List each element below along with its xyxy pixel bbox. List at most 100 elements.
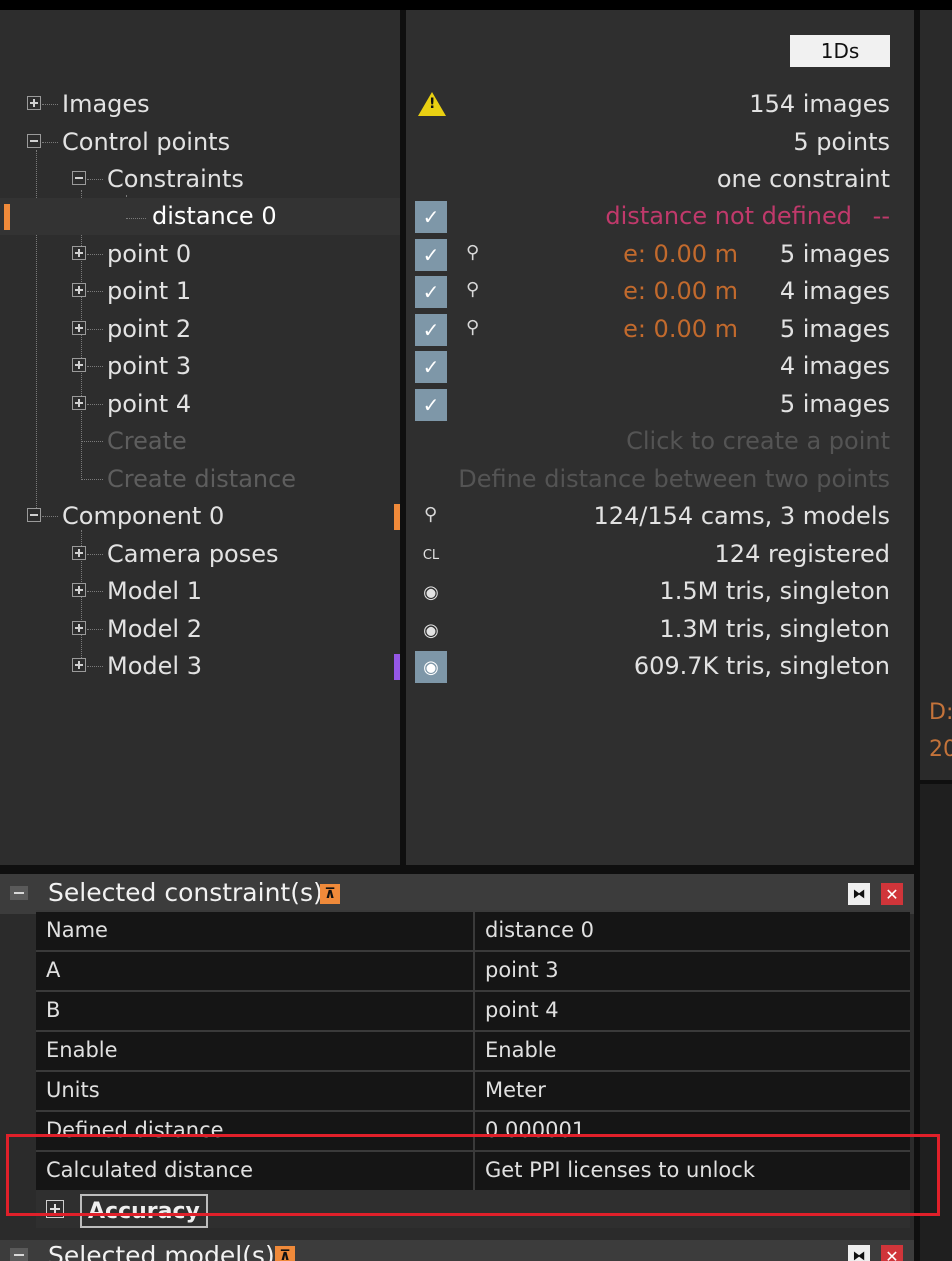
tree-label-create-distance: Create distance <box>107 465 297 493</box>
collapse-panel-button[interactable] <box>10 886 28 900</box>
tree-label-create: Create <box>107 427 187 455</box>
expand-icon[interactable] <box>72 621 86 635</box>
location-pin-icon: ⚲ <box>466 317 480 338</box>
tree-row-control-points[interactable]: Control points 5 points <box>0 124 914 161</box>
panel-title: Selected constraint(s) <box>48 878 323 907</box>
info-distance-0: distance not defined <box>605 202 852 230</box>
prop-value[interactable]: point 3 <box>485 958 559 982</box>
location-pin-icon: ⚲ <box>466 242 480 263</box>
prop-value[interactable]: Enable <box>485 1038 557 1062</box>
tree-row-model-2[interactable]: Model 2 ◉ 1.3M tris, singleton <box>0 611 914 648</box>
prop-value[interactable]: Meter <box>485 1078 546 1102</box>
expand-icon[interactable] <box>72 546 86 560</box>
filter-button[interactable]: 1Ds <box>790 35 890 67</box>
info-point: 5 images <box>779 240 890 268</box>
tree-row-create-distance[interactable]: Create distance Define distance between … <box>0 461 914 498</box>
prop-row-enable[interactable]: Enable Enable <box>36 1030 910 1070</box>
prop-name: Units <box>46 1078 100 1102</box>
tree-label-model: Model 2 <box>107 615 202 643</box>
prop-row-units[interactable]: Units Meter <box>36 1070 910 1110</box>
info-point: 5 images <box>779 315 890 343</box>
collapse-icon[interactable] <box>27 134 41 148</box>
tree-row-point-4[interactable]: point 4 ✓ 5 images <box>0 386 914 423</box>
tree-row-create[interactable]: Create Click to create a point <box>0 423 914 460</box>
tree-label-point: point 4 <box>107 390 192 418</box>
enable-checkbox[interactable]: ✓ <box>415 351 447 383</box>
point-error: e: 0.00 m <box>623 240 738 268</box>
prop-name: Defined distance <box>46 1118 224 1142</box>
maximize-panel-icon[interactable]: ⧓ <box>848 883 870 905</box>
prop-row-defined-distance[interactable]: Defined distance 0.000001 <box>36 1110 910 1150</box>
prop-value[interactable]: distance 0 <box>485 918 594 942</box>
expand-icon[interactable] <box>72 583 86 597</box>
tree-label-camera-poses: Camera poses <box>107 540 279 568</box>
prop-value[interactable]: Get PPI licenses to unlock <box>485 1158 755 1182</box>
info-model: 609.7K tris, singleton <box>633 652 890 680</box>
pin-panel-icon[interactable]: ⊼ <box>275 1246 295 1261</box>
prop-value[interactable]: point 4 <box>485 998 559 1022</box>
tree-row-point-3[interactable]: point 3 ✓ 4 images <box>0 348 914 385</box>
prop-row-calculated-distance[interactable]: Calculated distance Get PPI licenses to … <box>36 1150 910 1190</box>
enable-checkbox[interactable]: ✓ <box>415 239 447 271</box>
tree-label-distance-0: distance 0 <box>152 202 277 230</box>
location-pin-icon: ⚲ <box>466 279 480 300</box>
expand-icon[interactable] <box>27 96 41 110</box>
info-component-0: 124/154 cams, 3 models <box>593 502 890 530</box>
info-point: 4 images <box>779 352 890 380</box>
enable-checkbox[interactable]: ✓ <box>415 276 447 308</box>
enable-checkbox[interactable]: ✓ <box>415 314 447 346</box>
tree-label-point: point 0 <box>107 240 192 268</box>
tree-row-model-1[interactable]: Model 1 ◉ 1.5M tris, singleton <box>0 573 914 610</box>
prop-name: A <box>46 958 61 982</box>
top-border <box>0 0 952 10</box>
tree-row-constraints[interactable]: Constraints one constraint <box>0 161 914 198</box>
prop-row-a[interactable]: A point 3 <box>36 950 910 990</box>
collapse-icon[interactable] <box>72 171 86 185</box>
panel-title: Selected model(s) <box>48 1241 275 1261</box>
tree-row-distance-0[interactable]: distance 0 ✓ distance not defined -- <box>0 198 914 235</box>
camera-poses-icon[interactable]: CL <box>415 539 447 571</box>
visibility-eye-icon[interactable]: ◉ <box>415 651 447 683</box>
close-panel-icon[interactable]: ✕ <box>881 1245 903 1261</box>
visibility-eye-icon[interactable]: ◉ <box>415 614 447 646</box>
visibility-eye-icon[interactable]: ◉ <box>415 576 447 608</box>
close-panel-icon[interactable]: ✕ <box>881 883 903 905</box>
location-pin-icon: ⚲ <box>424 504 438 525</box>
enable-checkbox[interactable]: ✓ <box>415 389 447 421</box>
enable-checkbox[interactable]: ✓ <box>415 201 447 233</box>
expand-icon[interactable] <box>72 246 86 260</box>
tree-label-point: point 2 <box>107 315 192 343</box>
selection-marker <box>4 204 10 230</box>
collapse-panel-button[interactable] <box>10 1248 28 1261</box>
tree-row-images[interactable]: Images ! 154 images <box>0 86 914 123</box>
point-error: e: 0.00 m <box>623 277 738 305</box>
tree-row-point-2[interactable]: point 2 ✓ ⚲ e: 0.00 m 5 images <box>0 311 914 348</box>
prop-row-b[interactable]: B point 4 <box>36 990 910 1030</box>
tree-row-point-0[interactable]: point 0 ✓ ⚲ e: 0.00 m 5 images <box>0 236 914 273</box>
prop-row-name[interactable]: Name distance 0 <box>36 910 910 950</box>
prop-value[interactable]: 0.000001 <box>485 1118 585 1142</box>
expand-icon[interactable] <box>72 283 86 297</box>
info-model: 1.3M tris, singleton <box>659 615 890 643</box>
point-error: e: 0.00 m <box>623 315 738 343</box>
info-distance-0-suffix: -- <box>872 202 890 230</box>
accuracy-group-label[interactable]: Accuracy <box>80 1194 208 1228</box>
maximize-panel-icon[interactable]: ⧓ <box>848 1245 870 1261</box>
prop-name: Calculated distance <box>46 1158 254 1182</box>
expand-icon[interactable] <box>72 321 86 335</box>
tree-row-component-0[interactable]: Component 0 ⚲ 124/154 cams, 3 models <box>0 498 914 535</box>
tree-label-model: Model 3 <box>107 652 202 680</box>
tree-row-point-1[interactable]: point 1 ✓ ⚲ e: 0.00 m 4 images <box>0 273 914 310</box>
collapse-icon[interactable] <box>27 508 41 522</box>
expand-icon[interactable] <box>72 358 86 372</box>
pin-panel-icon[interactable]: ⊼ <box>320 884 340 904</box>
expand-icon[interactable] <box>72 396 86 410</box>
info-point: 4 images <box>779 277 890 305</box>
warning-icon: ! <box>418 92 446 116</box>
accuracy-group-row[interactable]: Accuracy <box>36 1190 910 1228</box>
expand-icon[interactable] <box>46 1200 64 1218</box>
expand-icon[interactable] <box>72 658 86 672</box>
tree-row-camera-poses[interactable]: Camera poses CL 124 registered <box>0 536 914 573</box>
tree-row-model-3[interactable]: Model 3 ◉ 609.7K tris, singleton <box>0 648 914 685</box>
viewport-edge-text-2: 20 <box>929 737 952 762</box>
